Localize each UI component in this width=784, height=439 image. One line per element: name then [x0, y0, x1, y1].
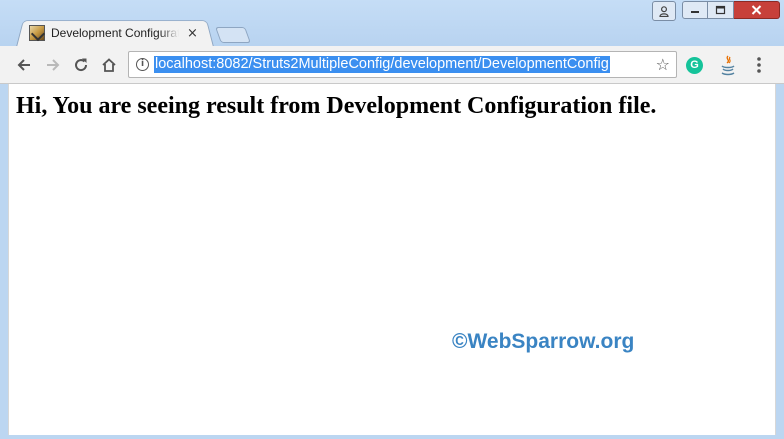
close-window-button[interactable] [734, 1, 780, 19]
window-bottom-frame [0, 435, 784, 439]
close-icon [751, 5, 762, 15]
reload-icon [75, 58, 88, 72]
active-tab-content[interactable]: Development Configuration × [26, 22, 206, 44]
page-content: Hi, You are seeing result from Developme… [8, 84, 776, 435]
restore-button[interactable] [708, 1, 734, 19]
page-heading: Hi, You are seeing result from Developme… [16, 93, 657, 119]
address-bar[interactable]: i localhost:8082/Struts2MultipleConfig/d… [128, 51, 677, 78]
forward-arrow-icon [47, 59, 60, 71]
back-arrow-icon [17, 59, 30, 71]
browser-window: Development Configuration × [0, 0, 784, 439]
minimize-icon [691, 11, 699, 13]
grammarly-icon[interactable]: G [686, 57, 703, 74]
reload-button[interactable] [69, 53, 93, 77]
watermark: ©WebSparrow.org [452, 330, 635, 353]
tab-close-icon[interactable]: × [187, 26, 198, 41]
user-icon [659, 5, 669, 17]
back-button[interactable] [12, 53, 36, 77]
java-icon[interactable] [719, 54, 737, 76]
kebab-menu-icon[interactable] [752, 54, 766, 76]
restore-icon [715, 5, 726, 15]
home-button[interactable] [97, 53, 121, 77]
browser-toolbar: i localhost:8082/Struts2MultipleConfig/d… [0, 46, 784, 84]
window-controls [652, 0, 780, 21]
forward-button[interactable] [41, 53, 65, 77]
new-tab-button[interactable] [215, 27, 251, 43]
title-bar: Development Configuration × [0, 0, 784, 47]
favicon-icon [29, 25, 45, 41]
bookmark-star-icon[interactable]: ☆ [656, 55, 670, 74]
profile-button[interactable] [652, 1, 676, 21]
info-icon[interactable]: i [136, 58, 149, 71]
tab-title: Development Configuration [51, 26, 179, 40]
minimize-button[interactable] [682, 1, 708, 19]
home-icon [102, 58, 116, 72]
url-text[interactable]: localhost:8082/Struts2MultipleConfig/dev… [154, 56, 610, 73]
